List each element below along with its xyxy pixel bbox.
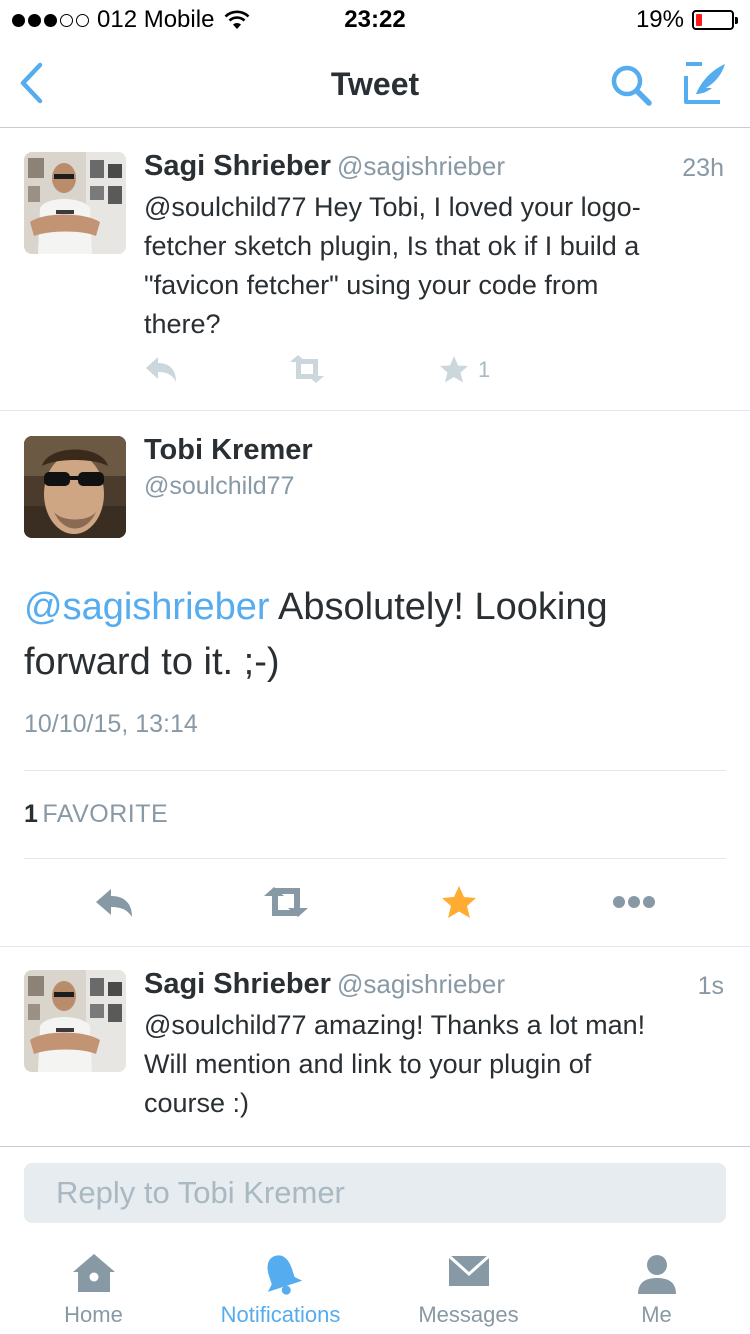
avatar[interactable] (24, 436, 126, 538)
mention-link[interactable]: @sagishrieber (24, 586, 270, 628)
author-name[interactable]: Sagi Shrieber (144, 150, 331, 182)
favorites-summary[interactable]: 1 FAVORITE (24, 800, 168, 829)
author-name[interactable]: Tobi Kremer (144, 434, 313, 467)
avatar[interactable] (24, 970, 126, 1072)
battery-level (696, 14, 702, 26)
tweet-text-line: @sagishrieber Absolutely! Looking (24, 580, 724, 635)
divider (0, 410, 750, 411)
status-bar: 012 Mobile 23:22 19% (0, 0, 750, 40)
search-icon[interactable] (608, 62, 654, 108)
tweet-text: @soulchild77 Hey Tobi, I loved your logo… (144, 188, 724, 344)
author-name[interactable]: Sagi Shrieber (144, 968, 331, 1000)
reply-input[interactable] (24, 1163, 726, 1223)
retweet-icon[interactable] (288, 354, 326, 384)
tweet-actions: 1 (144, 354, 544, 390)
tab-me[interactable]: Me (563, 1236, 750, 1334)
navigation-bar: Tweet (0, 40, 750, 128)
tab-notifications[interactable]: Notifications (187, 1236, 374, 1334)
avatar[interactable] (24, 152, 126, 254)
tab-messages[interactable]: Messages (375, 1236, 562, 1334)
divider (24, 858, 726, 859)
author-handle[interactable]: @soulchild77 (144, 472, 294, 501)
retweet-icon[interactable] (262, 880, 310, 924)
battery-percent: 19% (635, 6, 684, 33)
tweet-timestamp: 1s (697, 972, 724, 1000)
reply-icon[interactable] (144, 354, 178, 384)
tweet-text-line: fetcher sketch plugin, Is that ok if I b… (144, 231, 640, 261)
divider (24, 770, 726, 771)
tweet-text-line: @soulchild77 Hey Tobi, I loved your logo… (144, 192, 641, 222)
more-options-icon[interactable] (612, 880, 656, 924)
favorite-action[interactable]: 1 (438, 354, 490, 386)
tab-label: Me (641, 1302, 672, 1327)
tweet-text-line: course :) (144, 1088, 250, 1118)
battery-status: 19% (635, 6, 738, 34)
star-icon[interactable] (440, 880, 478, 924)
battery-icon (692, 10, 738, 30)
home-icon (72, 1254, 115, 1292)
tweet-timestamp: 10/10/15, 13:14 (24, 710, 198, 738)
tab-label: Messages (418, 1302, 519, 1327)
tab-label: Home (64, 1302, 123, 1327)
person-icon (637, 1255, 676, 1294)
reply-icon[interactable] (94, 880, 134, 924)
tweet-text-line: Will mention and link to your plugin of (144, 1049, 592, 1079)
tab-label: Notifications (220, 1302, 341, 1327)
author-handle[interactable]: @sagishrieber (337, 151, 505, 181)
envelope-icon (447, 1254, 490, 1286)
tweet-text-line: @soulchild77 amazing! Thanks a lot man! (144, 1010, 646, 1040)
tweet-item[interactable]: Sagi Shrieber @sagishrieber 1s @soulchild… (0, 946, 750, 1146)
tab-bar: Home Notifications Messages Me (0, 1236, 750, 1334)
author-handle[interactable]: @sagishrieber (337, 969, 505, 999)
reply-bar (0, 1146, 750, 1236)
tab-home[interactable]: Home (0, 1236, 187, 1334)
compose-tweet-icon[interactable] (682, 60, 728, 106)
tweet-text-line: "favicon fetcher" using your code from (144, 270, 599, 300)
tweet-text-segment: Absolutely! Looking (269, 586, 608, 628)
tweet-item[interactable]: Sagi Shrieber @sagishrieber 23h @soulchil… (0, 128, 750, 410)
favorites-label: FAVORITE (42, 800, 169, 828)
tweet-timestamp: 23h (682, 154, 724, 182)
bell-icon (267, 1255, 302, 1295)
favorites-number: 1 (24, 800, 39, 828)
tweet-text: @soulchild77 amazing! Thanks a lot man! … (144, 1006, 724, 1123)
tweet-text: @sagishrieber Absolutely! Looking forwar… (24, 580, 724, 690)
tweet-text-line: forward to it. ;-) (24, 641, 280, 683)
favorite-count: 1 (478, 357, 491, 382)
star-icon[interactable] (438, 354, 470, 386)
tweet-text-line: there? (144, 309, 221, 339)
